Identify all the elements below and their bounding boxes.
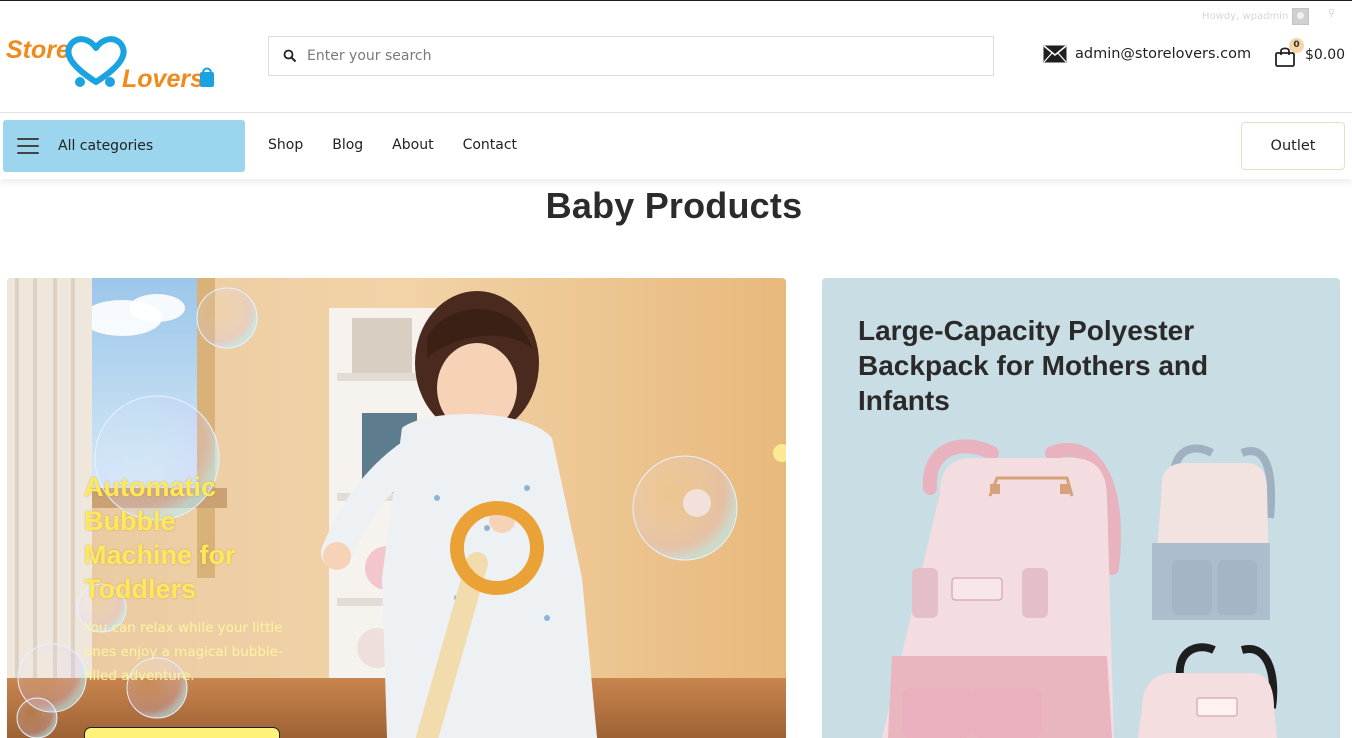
promo-card-bubble-text: Automatic Bubble Machine for Toddlers Yo… xyxy=(84,470,284,688)
cart-button[interactable]: 0 $0.00 xyxy=(1274,38,1348,70)
contact-email[interactable]: admin@storelovers.com xyxy=(1043,45,1251,63)
section-title: Baby Products xyxy=(545,185,803,226)
admin-howdy[interactable]: Howdy, wpadmin xyxy=(1202,8,1310,25)
main-navigation: All categories Shop Blog About Contact O… xyxy=(0,113,1352,179)
logo-word-store: Store xyxy=(6,36,70,64)
store-lovers-logo[interactable]: Store Lovers xyxy=(6,30,218,92)
nav-links: Shop Blog About Contact xyxy=(268,137,546,153)
promo-card-backpack[interactable]: Large-Capacity Polyester Backpack for Mo… xyxy=(822,278,1340,738)
admin-avatar xyxy=(1292,8,1310,25)
nav-link-about[interactable]: About xyxy=(392,137,433,153)
nav-link-shop[interactable]: Shop xyxy=(268,137,303,153)
cart-count-badge: 0 xyxy=(1289,38,1304,53)
envelope-icon xyxy=(1043,45,1067,63)
hamburger-menu-icon xyxy=(17,138,39,154)
nav-link-blog[interactable]: Blog xyxy=(332,137,363,153)
promo-card-bubble-title: Automatic Bubble Machine for Toddlers xyxy=(84,472,236,604)
backpack-product-image xyxy=(882,439,1278,738)
admin-howdy-label: Howdy, wpadmin xyxy=(1202,11,1289,22)
all-categories-button[interactable]: All categories xyxy=(3,120,245,172)
admin-search-icon[interactable]: ⚲ xyxy=(1328,8,1335,19)
search-icon xyxy=(283,49,297,63)
search-input[interactable] xyxy=(307,48,947,64)
promo-card-bubble-description: You can relax while your little ones enj… xyxy=(84,620,283,684)
search-bar[interactable] xyxy=(268,36,994,76)
logo-heart-cart-icon xyxy=(65,36,127,85)
logo-word-lovers: Lovers xyxy=(122,65,204,92)
promo-card-bubble-button[interactable] xyxy=(84,727,280,738)
cart-total: $0.00 xyxy=(1305,47,1346,63)
nav-link-contact[interactable]: Contact xyxy=(463,137,517,153)
admin-bar-edge xyxy=(0,0,1352,1)
contact-email-text: admin@storelovers.com xyxy=(1075,46,1252,62)
promo-card-bubble-machine[interactable]: Automatic Bubble Machine for Toddlers Yo… xyxy=(7,278,786,738)
all-categories-label: All categories xyxy=(58,138,154,154)
outlet-button[interactable]: Outlet xyxy=(1241,122,1345,170)
